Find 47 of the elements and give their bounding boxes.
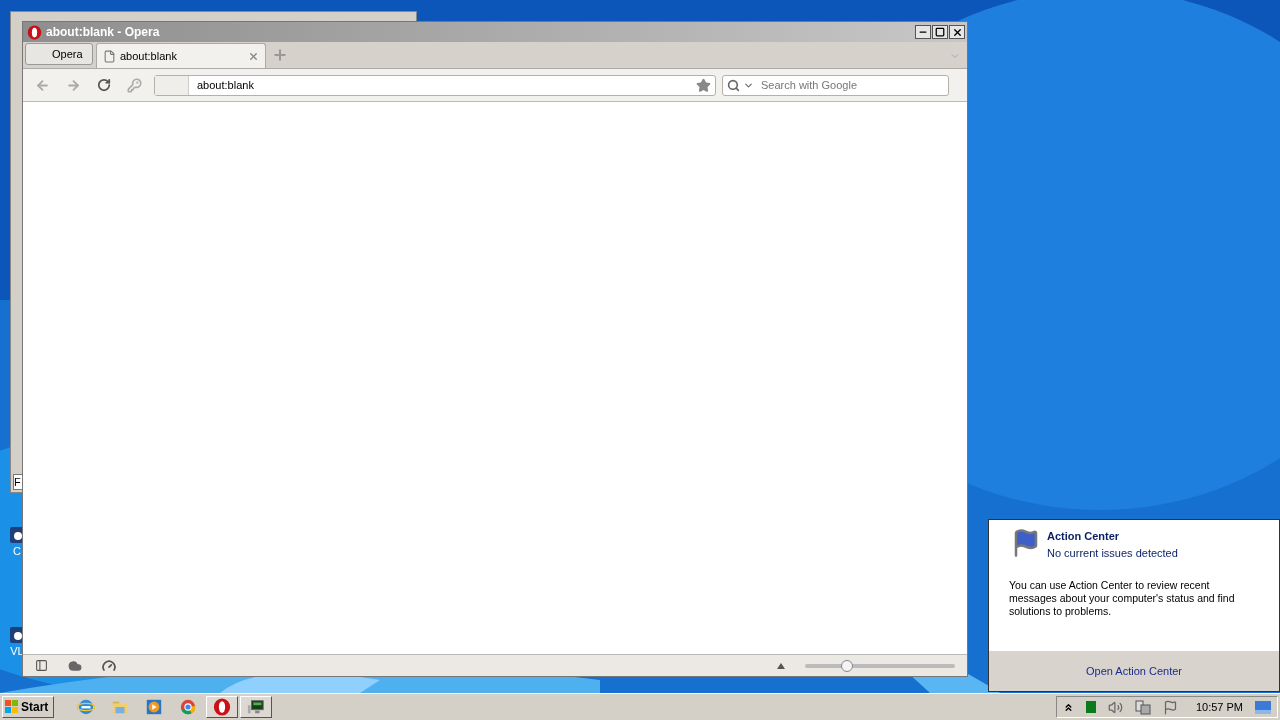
tab[interactable]: about:blank [96,43,266,68]
search-icon [727,78,740,92]
minimize-button[interactable] [915,25,931,39]
popup-status: No current issues detected [1047,545,1178,561]
chrome-icon [179,698,197,716]
maximize-icon [935,27,945,37]
windows-logo-icon [5,700,19,714]
reload-icon[interactable] [97,78,111,92]
opera-menu-button[interactable]: Opera [25,43,93,65]
search-field[interactable]: Search with Google [722,74,949,96]
network-icon[interactable] [1134,699,1151,715]
status-indicator-icon[interactable] [1085,701,1096,713]
maximize-button[interactable] [932,25,948,39]
close-tab-icon[interactable] [248,50,259,62]
taskbar-button[interactable] [240,696,272,718]
open-action-center-link[interactable]: Open Action Center [1086,662,1182,680]
taskbar-button[interactable] [206,696,238,718]
key-icon[interactable] [127,77,142,93]
window-title: about:blank - Opera [46,24,160,41]
forward-icon[interactable] [66,77,81,93]
popup-message: You can use Action Center to review recent messages about your computer's status and find solutions to problems. [1008,579,1236,618]
start-button[interactable]: Start [2,696,54,718]
opera-logo-icon [27,24,42,40]
address-field[interactable]: about:blank [154,74,716,96]
cloud-icon[interactable] [68,658,82,673]
icon-label: C [13,544,21,559]
opera-logo-icon [213,698,231,716]
tab-label: about:blank [120,48,177,64]
speaker-icon[interactable] [1107,699,1123,715]
show-desktop-icon[interactable] [1255,700,1271,714]
back-icon[interactable] [35,77,50,93]
page-icon [103,49,116,63]
close-button[interactable] [949,25,965,39]
clock[interactable]: 10:57 PM [1195,698,1243,716]
flag-icon[interactable] [1162,699,1178,715]
globe-e-icon [77,698,95,716]
gauge-icon[interactable] [102,658,116,673]
panel-icon[interactable] [35,659,48,672]
icon-label: VL [10,644,24,659]
zoom-slider[interactable] [805,659,955,672]
new-tab-icon[interactable] [272,47,288,63]
monitor-icon [247,698,265,716]
star-icon[interactable] [696,77,711,93]
play-icon [145,698,163,716]
triangle-icon[interactable] [777,662,785,669]
close-icon [951,26,963,38]
popup-title: Action Center [1047,529,1121,544]
